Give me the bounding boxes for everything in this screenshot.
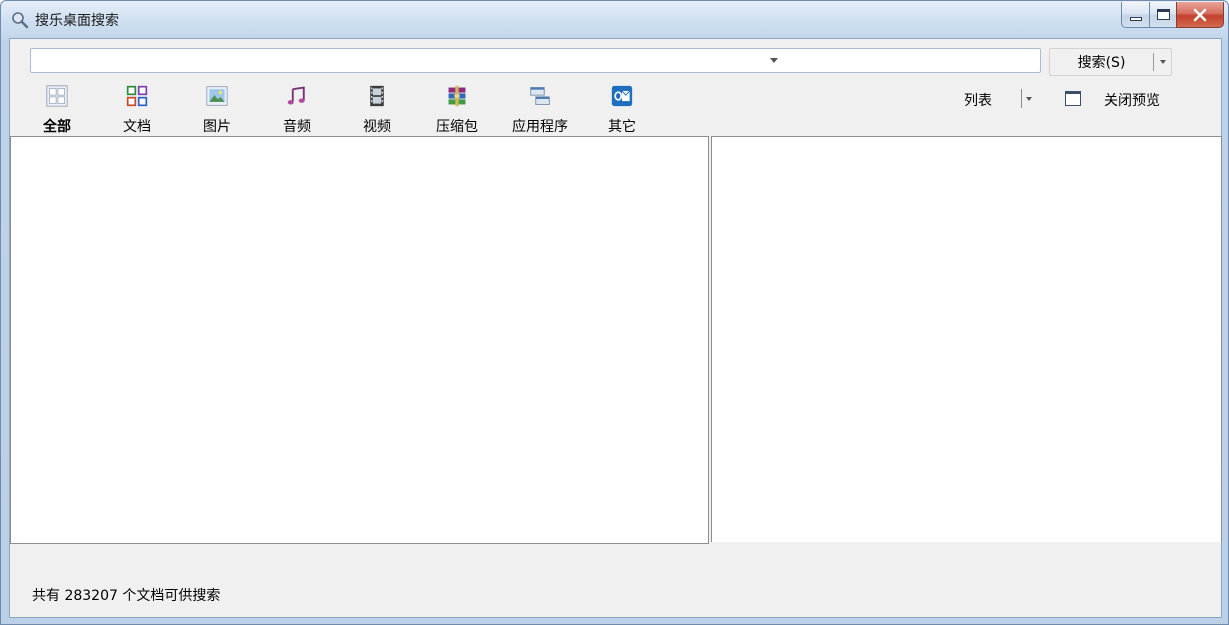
category-pictures[interactable]: 图片 <box>177 81 257 136</box>
preview-pane <box>711 136 1222 542</box>
search-input[interactable] <box>33 50 993 71</box>
title-bar[interactable]: 搜乐桌面搜索 <box>1 1 1228 38</box>
search-combobox[interactable] <box>30 48 1041 73</box>
application-icon <box>530 87 550 105</box>
search-button[interactable]: 搜索(S) <box>1049 48 1172 76</box>
maximize-button[interactable] <box>1149 2 1176 28</box>
magnifier-icon <box>12 12 29 29</box>
picture-icon <box>206 86 228 106</box>
status-text: 共有 283207 个文档可供搜索 <box>32 588 221 604</box>
category-video[interactable]: 视频 <box>337 81 417 136</box>
app-window: 搜乐桌面搜索 搜索(S) 全部 文档 图片 音频 视频 压缩包 应用程序 其它 … <box>0 0 1229 625</box>
category-label: 其它 <box>608 119 636 135</box>
category-all[interactable]: 全部 <box>17 81 97 136</box>
minimize-icon <box>1129 16 1142 21</box>
document-icon <box>126 85 148 107</box>
close-preview-button[interactable]: 关闭预览 <box>1104 90 1160 110</box>
window-controls <box>1121 2 1224 28</box>
category-bar: 全部 文档 图片 音频 视频 压缩包 应用程序 其它 <box>10 81 690 136</box>
window-title: 搜乐桌面搜索 <box>35 13 119 29</box>
archive-icon <box>448 85 466 107</box>
close-icon <box>1193 8 1207 21</box>
category-audio[interactable]: 音频 <box>257 81 337 136</box>
chevron-down-icon[interactable] <box>770 58 778 63</box>
category-label: 全部 <box>43 119 71 135</box>
search-options-dropdown[interactable] <box>1154 60 1171 64</box>
minimize-button[interactable] <box>1121 2 1149 28</box>
client-area: 搜索(S) 全部 文档 图片 音频 视频 压缩包 应用程序 其它 列表 关闭预览… <box>9 38 1222 618</box>
chevron-down-icon <box>1159 60 1166 64</box>
results-list[interactable] <box>10 136 709 544</box>
category-archives[interactable]: 压缩包 <box>417 81 497 136</box>
film-icon <box>370 85 384 107</box>
category-label: 图片 <box>203 119 231 135</box>
category-other[interactable]: 其它 <box>582 81 662 136</box>
view-mode-divider <box>1021 89 1022 108</box>
category-documents[interactable]: 文档 <box>97 81 177 136</box>
category-label: 文档 <box>123 119 151 135</box>
category-label: 视频 <box>363 119 391 135</box>
all-grid-icon <box>46 85 68 107</box>
close-button[interactable] <box>1176 2 1224 28</box>
chevron-down-icon[interactable] <box>1026 97 1032 101</box>
music-note-icon <box>287 86 305 105</box>
preview-window-icon[interactable] <box>1065 91 1081 106</box>
outlook-icon <box>611 85 633 107</box>
view-mode-button[interactable]: 列表 <box>964 90 992 110</box>
category-applications[interactable]: 应用程序 <box>500 81 580 136</box>
category-label: 应用程序 <box>512 119 568 135</box>
category-label: 音频 <box>283 119 311 135</box>
category-label: 压缩包 <box>436 119 478 135</box>
search-button-label: 搜索(S) <box>1077 55 1126 71</box>
maximize-icon <box>1156 9 1170 20</box>
